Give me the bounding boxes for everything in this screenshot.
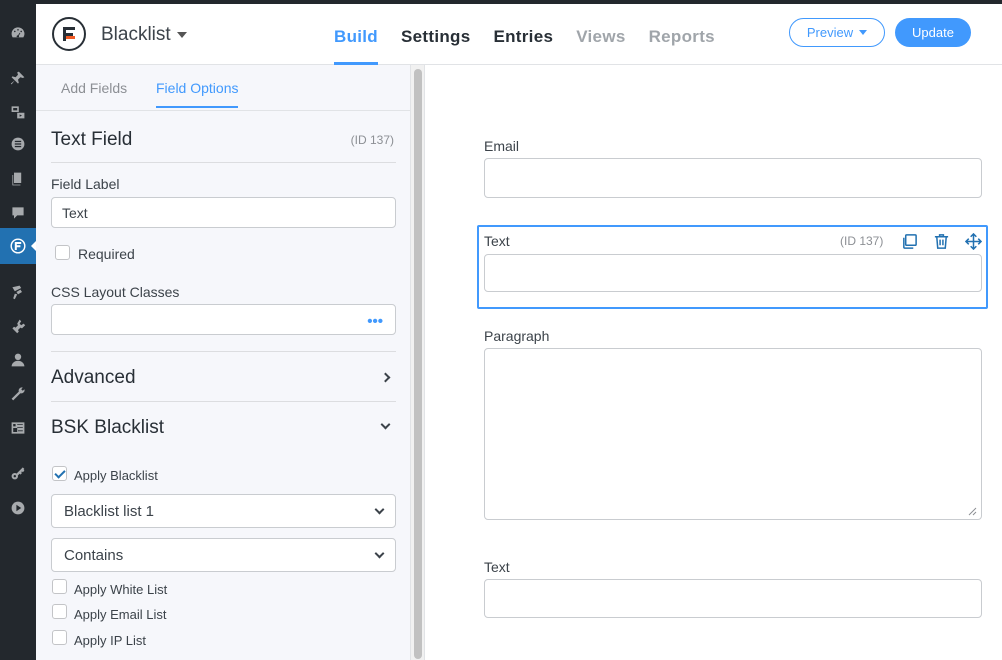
apply-ip-list-checkbox[interactable] <box>52 630 67 645</box>
apply-blacklist-label: Apply Blacklist <box>74 468 158 483</box>
move-icon[interactable] <box>964 232 982 250</box>
nav-entries[interactable]: Entries <box>493 4 553 65</box>
more-options-icon[interactable]: ••• <box>367 313 383 330</box>
blacklist-select-value: Blacklist list 1 <box>64 503 155 520</box>
scrollbar-thumb[interactable] <box>414 69 422 659</box>
panel-scrollbar[interactable] <box>411 65 425 660</box>
settings-icon[interactable] <box>9 419 27 437</box>
css-classes-caption: CSS Layout Classes <box>51 284 180 300</box>
plugins-icon[interactable] <box>9 317 27 335</box>
media-icon[interactable] <box>9 103 27 121</box>
nav-views[interactable]: Views <box>576 4 625 65</box>
builder-header: Blacklist Build Settings Entries Views R… <box>36 4 1002 65</box>
trash-icon[interactable] <box>932 232 950 250</box>
apply-email-list-checkbox[interactable] <box>52 604 67 619</box>
panel-tabs: Add Fields Field Options <box>36 65 411 111</box>
chevron-right-icon[interactable] <box>380 372 391 383</box>
chevron-down-icon[interactable] <box>380 419 391 430</box>
blacklist-select[interactable]: Blacklist list 1 <box>51 494 396 528</box>
divider <box>51 401 396 402</box>
wp-admin-sidebar <box>0 0 36 660</box>
field-label: Email <box>484 138 520 154</box>
field-label-caption: Field Label <box>51 176 120 192</box>
field-label: Text <box>484 233 510 249</box>
comments-icon[interactable] <box>9 204 27 222</box>
paragraph-field-preview[interactable] <box>484 348 982 520</box>
form-title-dropdown[interactable]: Blacklist <box>101 24 187 46</box>
update-button[interactable]: Update <box>895 18 971 47</box>
email-field-preview[interactable] <box>484 158 982 198</box>
match-type-select[interactable]: Contains <box>51 538 396 572</box>
divider <box>51 351 396 352</box>
apply-white-list-checkbox[interactable] <box>52 579 67 594</box>
nav-build[interactable]: Build <box>334 4 378 65</box>
dashboard-icon[interactable] <box>9 24 27 42</box>
duplicate-icon[interactable] <box>900 232 918 250</box>
field-type-title: Text Field <box>51 129 133 150</box>
resize-handle-icon[interactable] <box>968 507 977 516</box>
css-classes-input[interactable]: ••• <box>51 304 396 335</box>
advanced-section-toggle[interactable]: Advanced <box>51 367 136 389</box>
tools-icon[interactable] <box>9 385 27 403</box>
formidable-logo-icon[interactable] <box>52 17 86 51</box>
play-icon[interactable] <box>9 499 27 517</box>
preview-button[interactable]: Preview <box>789 18 885 47</box>
formidable-icon <box>9 237 27 255</box>
apply-white-list-label: Apply White List <box>74 582 168 597</box>
match-type-value: Contains <box>64 547 124 564</box>
divider <box>51 162 396 163</box>
key-icon[interactable] <box>9 464 27 482</box>
users-icon[interactable] <box>9 351 27 369</box>
required-checkbox[interactable] <box>55 245 70 260</box>
field-label: Text <box>484 559 510 575</box>
appearance-icon[interactable] <box>9 283 27 301</box>
forms-icon[interactable] <box>9 135 27 153</box>
apply-blacklist-checkbox[interactable] <box>52 466 67 481</box>
caret-down-icon <box>176 31 187 38</box>
field-label: Paragraph <box>484 328 550 344</box>
caret-down-icon <box>859 30 868 35</box>
field-id: (ID 137) <box>840 234 884 248</box>
form-canvas: Email Text (ID 137) Paragraph Text <box>426 65 1002 660</box>
builder-nav: Build Settings Entries Views Reports <box>334 4 738 65</box>
pages-icon[interactable] <box>9 170 27 188</box>
apply-email-list-label: Apply Email List <box>74 607 167 622</box>
bsk-blacklist-section-toggle[interactable]: BSK Blacklist <box>51 417 164 439</box>
chevron-down-icon <box>374 504 385 515</box>
apply-ip-list-label: Apply IP List <box>74 633 147 648</box>
preview-label: Preview <box>806 25 854 40</box>
tab-field-options[interactable]: Field Options <box>156 80 239 108</box>
pin-icon[interactable] <box>9 69 27 87</box>
text-field-preview[interactable] <box>484 579 982 618</box>
field-options-panel: Add Fields Field Options Text Field (ID … <box>36 65 411 660</box>
text-field-preview[interactable] <box>484 254 982 292</box>
field-label-input[interactable]: Text <box>51 197 396 228</box>
chevron-down-icon <box>374 548 385 559</box>
form-title: Blacklist <box>101 24 171 45</box>
nav-reports[interactable]: Reports <box>649 4 715 65</box>
tab-add-fields[interactable]: Add Fields <box>61 80 127 96</box>
nav-settings[interactable]: Settings <box>401 4 470 65</box>
required-label: Required <box>78 246 135 262</box>
field-id: (ID 137) <box>350 133 394 147</box>
